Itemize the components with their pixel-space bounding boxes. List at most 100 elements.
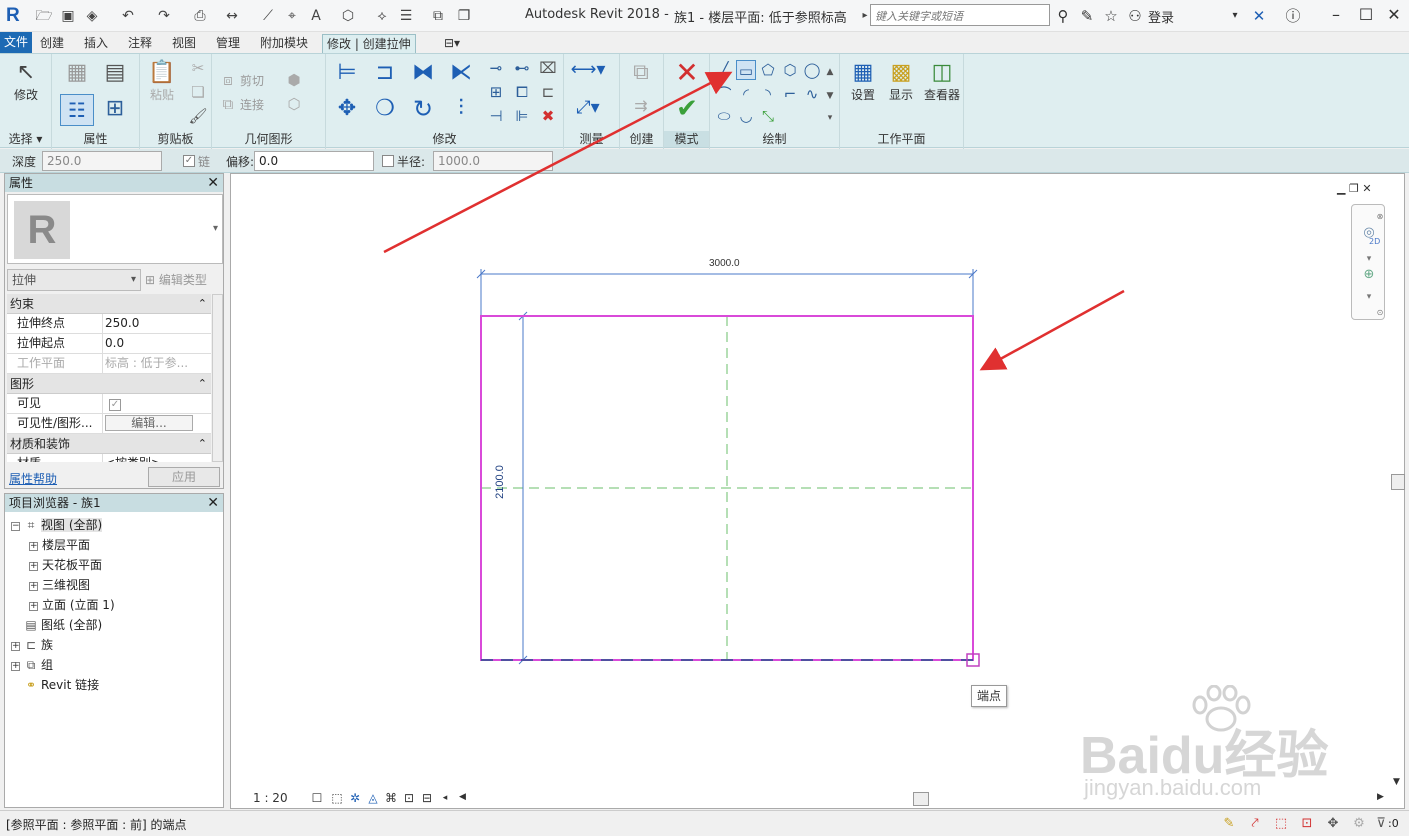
type-selector-dropdown-icon[interactable]: ▾ [213, 223, 218, 234]
subscription-icon[interactable]: ✎ [1076, 5, 1098, 27]
tab-modify-create-extrusion[interactable]: 修改 | 创建拉伸 [322, 34, 416, 53]
tree-item-elevations[interactable]: + 立面 (立面 1) [29, 596, 115, 614]
cut-geometry-icon[interactable]: ⧈ [218, 70, 238, 90]
mirror-axis-icon[interactable]: ⧓ [408, 58, 438, 88]
trim-multiple-icon[interactable]: ⊫ [512, 106, 532, 126]
geometry-tool-icon[interactable]: ⬢ [284, 70, 304, 90]
split-element-icon[interactable]: ⊸ [486, 58, 506, 78]
tree-item-sheets[interactable]: ▤ 图纸 (全部) [24, 616, 102, 634]
workplane-viewer-button[interactable]: ◫ 查看器 [920, 60, 964, 103]
mirror-draw-icon[interactable]: ⧔ [446, 58, 476, 88]
background-process-icon[interactable]: ⚙ [1350, 815, 1368, 833]
expand-node-icon[interactable]: + [29, 582, 38, 591]
tree-item-floor-plans[interactable]: + 楼层平面 [29, 536, 90, 554]
draw-start-end-arc-icon[interactable]: ⌒ [714, 84, 734, 104]
properties-close-icon[interactable]: ✕ [207, 174, 219, 192]
type-selector[interactable]: R ▾ [7, 194, 223, 264]
aligned-dimension-icon[interactable]: ⤢▾ [568, 98, 608, 118]
offset-input[interactable]: 0.0 [254, 151, 374, 171]
view-restore-icon[interactable]: ❐ [1349, 182, 1359, 195]
project-browser-close-icon[interactable]: ✕ [207, 494, 219, 512]
draw-rectangle-icon[interactable]: ▭ [736, 60, 756, 80]
select-underlay-icon[interactable]: ⊡ [1298, 815, 1316, 833]
tab-create[interactable]: 创建 [36, 34, 68, 53]
maximize-button[interactable]: ☐ [1352, 4, 1380, 26]
draw-center-arc-icon[interactable]: ◜ [736, 84, 756, 104]
expand-node-icon[interactable]: + [11, 642, 20, 651]
material-value[interactable]: <按类别> [102, 454, 200, 462]
gallery-expand-icon[interactable]: ▾ [824, 108, 836, 128]
zoom-region-icon[interactable]: ⊕ [1359, 265, 1379, 285]
visibility-edit-button[interactable]: 编辑... [105, 415, 193, 431]
tree-item-ceiling-plans[interactable]: + 天花板平面 [29, 556, 102, 574]
match-type-icon[interactable]: 🖌 [188, 106, 208, 126]
tree-item-families[interactable]: + ⊏ 族 [11, 636, 53, 654]
pin-icon[interactable]: ⊏ [538, 82, 558, 102]
properties-help-link[interactable]: 属性帮助 [9, 470, 57, 487]
exchange-apps-icon[interactable]: ✕ [1248, 5, 1270, 27]
draw-inscribed-polygon-icon[interactable]: ⬠ [758, 60, 778, 80]
save-icon[interactable]: ▣ [58, 6, 78, 26]
visual-style-icon[interactable]: ⬚ [329, 790, 345, 806]
properties-scrollbar[interactable] [212, 294, 223, 462]
scale-icon[interactable]: ⧠ [512, 82, 532, 102]
collapse-node-icon[interactable]: − [11, 522, 20, 531]
horizontal-scrollbar-thumb[interactable] [913, 792, 929, 806]
view-minimize-icon[interactable]: ▁ [1337, 182, 1345, 195]
switch-windows-icon[interactable]: ❐ [454, 6, 474, 26]
shadows-icon[interactable]: ◬ [365, 790, 381, 806]
show-crop-icon[interactable]: ⊡ [401, 790, 417, 806]
type-properties-icon[interactable]: ⊞ [100, 94, 130, 124]
radius-input[interactable]: 1000.0 [433, 151, 553, 171]
view-bar-expand-icon[interactable]: ◂ [437, 790, 453, 806]
chain-checkbox[interactable]: ✓ [183, 155, 195, 167]
unpin-icon[interactable]: ⌧ [538, 58, 558, 78]
draw-spline-icon[interactable]: ∿ [802, 84, 822, 104]
instance-filter-select[interactable]: 拉伸 ▾ [7, 269, 141, 291]
extrusion-end-value[interactable]: 250.0 [102, 314, 200, 333]
dimension-icon[interactable]: ⟋ [258, 6, 278, 26]
align-icon[interactable]: ⊨ [332, 58, 362, 88]
expand-node-icon[interactable]: + [29, 542, 38, 551]
print-icon[interactable]: ⎙ [190, 6, 210, 26]
favorites-star-icon[interactable]: ☆ [1100, 5, 1122, 27]
section-icon[interactable]: ⟡ [372, 6, 392, 26]
expand-node-icon[interactable]: + [11, 662, 20, 671]
extrusion-start-value[interactable]: 0.0 [102, 334, 200, 353]
finish-edit-mode-icon[interactable]: ✔ [672, 94, 702, 124]
tree-item-revit-links[interactable]: ⚭ Revit 链接 [24, 676, 99, 694]
draw-fillet-arc-icon[interactable]: ⌐ [780, 84, 800, 104]
expand-node-icon[interactable]: + [29, 602, 38, 611]
copy-element-icon[interactable]: ❍ [370, 94, 400, 124]
draw-tangent-arc-icon[interactable]: ◝ [758, 84, 778, 104]
trim-extend-icon[interactable]: ⫶ [446, 94, 476, 124]
dimension-height-text[interactable]: 2100.0 [494, 465, 506, 499]
draw-circumscribed-polygon-icon[interactable]: ⬡ [780, 60, 800, 80]
crop-view-icon[interactable]: ⌘ [383, 790, 399, 806]
create-similar-icon[interactable]: ⇉ [626, 96, 656, 120]
split-gap-icon[interactable]: ⊷ [512, 58, 532, 78]
user-icon[interactable]: ⚇ [1124, 5, 1146, 27]
detail-level-icon[interactable]: ☐ [309, 790, 325, 806]
measure-distance-icon[interactable]: ⟷▾ [568, 60, 608, 80]
measure-icon[interactable]: ↔ [222, 6, 242, 26]
draw-circle-icon[interactable]: ◯ [802, 60, 822, 80]
dimension-width-text[interactable]: 3000.0 [709, 258, 740, 269]
undo-icon[interactable]: ↶ [118, 6, 138, 26]
apply-button[interactable]: 应用 [148, 467, 220, 487]
show-workplane-button[interactable]: ▩ 显示 [882, 60, 920, 103]
tab-insert[interactable]: 插入 [80, 34, 112, 53]
close-window-button[interactable]: ✕ [1380, 4, 1408, 26]
array-icon[interactable]: ⊞ [486, 82, 506, 102]
rotate-icon[interactable]: ↻ [408, 94, 438, 124]
scroll-right-icon[interactable]: ▶ [1377, 792, 1384, 802]
tab-view[interactable]: 视图 [168, 34, 200, 53]
expand-node-icon[interactable]: + [29, 562, 38, 571]
create-group-icon[interactable]: ⧉ [626, 58, 656, 88]
3d-view-icon[interactable]: ⬡ [338, 6, 358, 26]
category-graphics[interactable]: 图形 ⌃ [7, 374, 211, 394]
tab-file[interactable]: 文件 [0, 32, 32, 53]
offset-icon[interactable]: ⊐ [370, 58, 400, 88]
join-geometry-icon[interactable]: ⧉ [218, 94, 238, 114]
visible-checkbox[interactable]: ✓ [102, 394, 200, 413]
